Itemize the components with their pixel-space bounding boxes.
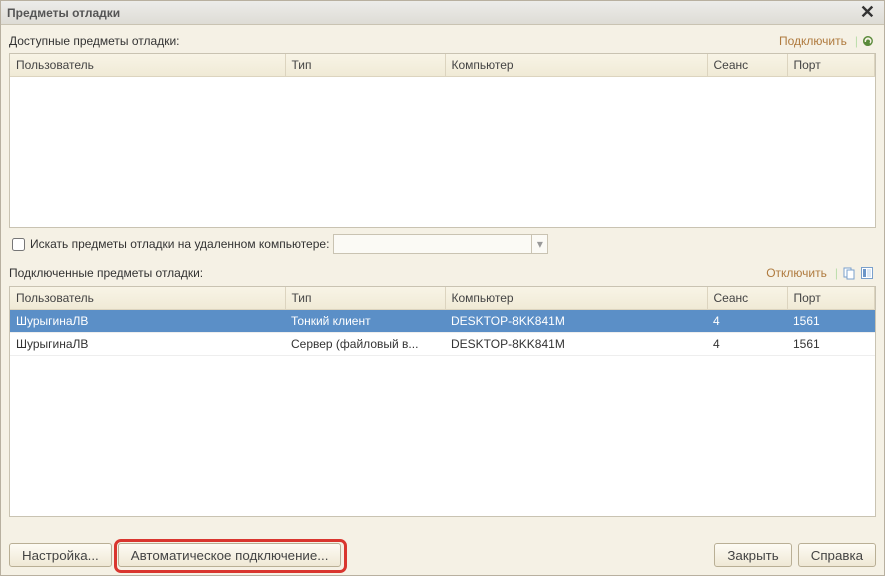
titlebar: Предметы отладки ✕ — [1, 1, 884, 25]
copy-icon[interactable] — [840, 264, 858, 282]
close-icon[interactable]: ✕ — [857, 2, 878, 23]
cell-user: ШурыгинаЛВ — [10, 310, 285, 333]
col-type[interactable]: Тип — [285, 54, 445, 77]
cell-port: 1561 — [787, 333, 875, 356]
cell-type: Тонкий клиент — [285, 310, 445, 333]
col-user[interactable]: Пользователь — [10, 54, 285, 77]
available-label: Доступные предметы отладки: — [9, 34, 779, 48]
refresh-icon[interactable] — [860, 33, 876, 49]
list-icon[interactable] — [858, 264, 876, 282]
cell-user: ШурыгинаЛВ — [10, 333, 285, 356]
col-computer[interactable]: Компьютер — [445, 54, 707, 77]
remote-checkbox-label[interactable]: Искать предметы отладки на удаленном ком… — [30, 237, 329, 251]
disconnect-link[interactable]: Отключить — [766, 266, 827, 280]
col-session[interactable]: Сеанс — [707, 287, 787, 310]
footer: Настройка... Автоматическое подключение.… — [9, 543, 876, 567]
table-row[interactable]: ШурыгинаЛВТонкий клиентDESKTOP-8KK841M41… — [10, 310, 875, 333]
available-table: Пользователь Тип Компьютер Сеанс Порт — [9, 53, 876, 228]
available-header-row: Пользователь Тип Компьютер Сеанс Порт — [10, 54, 875, 77]
help-button[interactable]: Справка — [798, 543, 876, 567]
connect-link[interactable]: Подключить — [779, 34, 847, 48]
content: Доступные предметы отладки: Подключить |… — [1, 25, 884, 527]
cell-session: 4 — [707, 310, 787, 333]
cell-session: 4 — [707, 333, 787, 356]
cell-port: 1561 — [787, 310, 875, 333]
col-type[interactable]: Тип — [285, 287, 445, 310]
cell-computer: DESKTOP-8KK841M — [445, 310, 707, 333]
window-title: Предметы отладки — [7, 6, 857, 20]
table-row[interactable]: ШурыгинаЛВСервер (файловый в...DESKTOP-8… — [10, 333, 875, 356]
settings-button[interactable]: Настройка... — [9, 543, 112, 567]
col-computer[interactable]: Компьютер — [445, 287, 707, 310]
remote-host-input[interactable]: ▾ — [333, 234, 548, 254]
connected-header: Подключенные предметы отладки: Отключить… — [9, 264, 876, 282]
chevron-down-icon[interactable]: ▾ — [531, 235, 547, 253]
close-button[interactable]: Закрыть — [714, 543, 791, 567]
available-body[interactable] — [10, 77, 875, 227]
remote-checkbox[interactable] — [12, 238, 25, 251]
connected-header-row: Пользователь Тип Компьютер Сеанс Порт — [10, 287, 875, 310]
cell-computer: DESKTOP-8KK841M — [445, 333, 707, 356]
auto-connect-button[interactable]: Автоматическое подключение... — [118, 543, 342, 567]
remote-search-row: Искать предметы отладки на удаленном ком… — [9, 234, 876, 254]
col-user[interactable]: Пользователь — [10, 287, 285, 310]
connected-body-pad[interactable] — [10, 356, 875, 516]
connected-table: Пользователь Тип Компьютер Сеанс Порт Шу… — [9, 286, 876, 517]
col-session[interactable]: Сеанс — [707, 54, 787, 77]
col-port[interactable]: Порт — [787, 54, 875, 77]
cell-type: Сервер (файловый в... — [285, 333, 445, 356]
available-header: Доступные предметы отладки: Подключить | — [9, 33, 876, 49]
col-port[interactable]: Порт — [787, 287, 875, 310]
connected-label: Подключенные предметы отладки: — [9, 266, 766, 280]
